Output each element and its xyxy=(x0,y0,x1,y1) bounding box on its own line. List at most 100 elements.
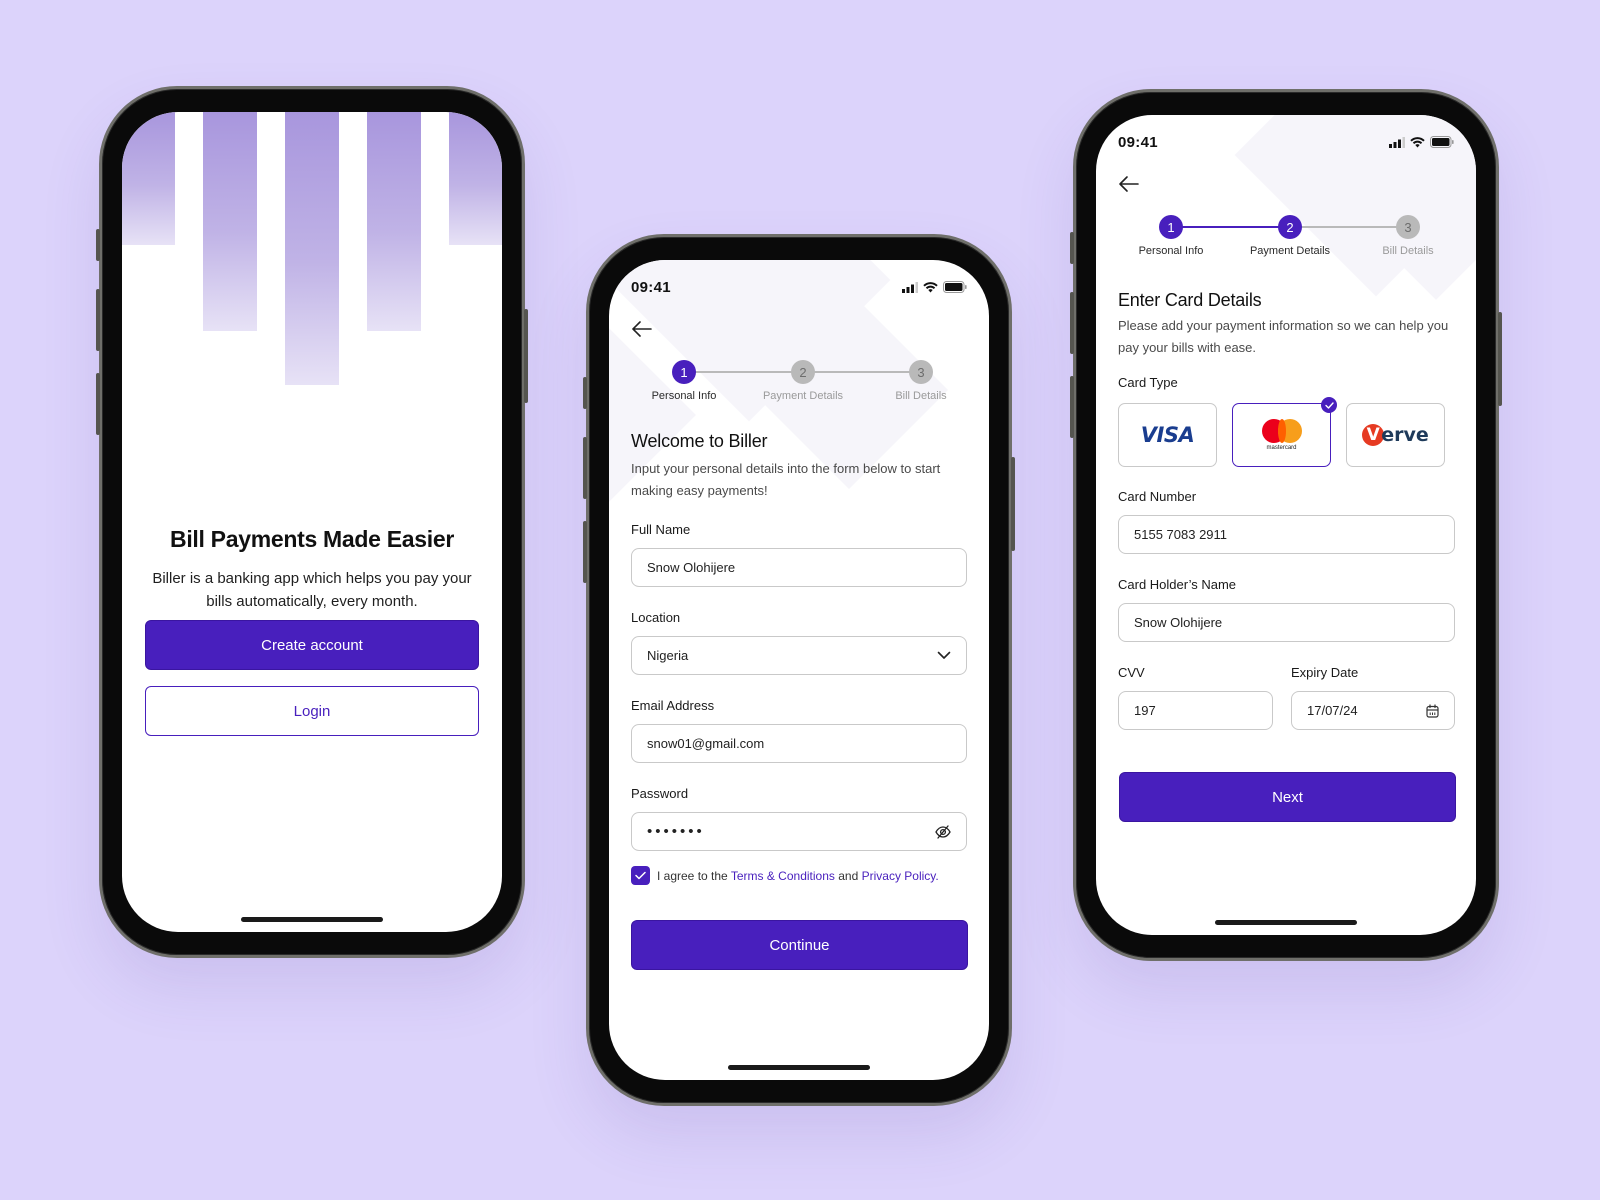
password-value: ••••••• xyxy=(647,823,705,840)
step-label: Payment Details xyxy=(762,390,844,402)
cvv-label: CVV xyxy=(1118,665,1145,680)
create-account-button[interactable]: Create account xyxy=(145,620,479,670)
full-name-label: Full Name xyxy=(631,522,691,537)
signal-icon xyxy=(902,281,918,293)
login-button[interactable]: Login xyxy=(145,686,479,736)
status-bar: 09:41 xyxy=(1118,132,1454,152)
page-title: Welcome to Biller xyxy=(631,431,768,451)
progress-stepper: 1 Personal Info 2 Payment Details 3 Bill… xyxy=(629,360,969,410)
decor-bar xyxy=(367,112,421,331)
status-bar: 09:41 xyxy=(631,277,967,297)
onboarding-description: Biller is a banking app which helps you … xyxy=(152,570,472,610)
payment-details-screen: 09:41 1 Personal Info 2 Payment Details … xyxy=(1096,115,1476,935)
decor-bar xyxy=(122,112,175,245)
card-number-value: 5155 7083 2911 xyxy=(1134,527,1228,542)
cvv-value: 197 xyxy=(1134,703,1156,718)
step-personal-info[interactable]: 1 Personal Info xyxy=(1116,215,1226,257)
agree-checkbox[interactable] xyxy=(631,866,650,885)
home-indicator[interactable] xyxy=(1215,920,1357,925)
step-bill-details[interactable]: 3 Bill Details xyxy=(1353,215,1463,257)
onboarding-screen: Bill Payments Made Easier Biller is a ba… xyxy=(122,112,502,932)
visa-logo: VISA xyxy=(1140,423,1195,447)
battery-icon xyxy=(943,281,967,293)
onboarding-title: Bill Payments Made Easier xyxy=(170,526,454,552)
phone-onboarding: Bill Payments Made Easier Biller is a ba… xyxy=(96,86,528,958)
privacy-link[interactable]: Privacy Policy. xyxy=(862,869,939,883)
email-label: Email Address xyxy=(631,698,715,713)
password-label: Password xyxy=(631,786,689,801)
status-time: 09:41 xyxy=(1118,133,1158,151)
battery-icon xyxy=(1430,136,1454,148)
step-label: Bill Details xyxy=(1382,245,1434,257)
expiry-input[interactable]: 17/07/24 xyxy=(1291,691,1455,730)
email-value: snow01@gmail.com xyxy=(647,736,765,751)
mastercard-logo: mastercard xyxy=(1261,419,1302,451)
step-number: 3 xyxy=(1396,215,1420,239)
cvv-input[interactable]: 197 xyxy=(1118,691,1273,730)
card-holder-value: Snow Olohijere xyxy=(1134,615,1223,630)
decor-bar xyxy=(449,112,502,245)
step-number: 2 xyxy=(791,360,815,384)
step-number: 1 xyxy=(672,360,696,384)
step-payment-details[interactable]: 2 Payment Details xyxy=(748,360,858,402)
card-option-mastercard[interactable]: mastercard xyxy=(1232,397,1337,467)
verve-text: erve xyxy=(1381,424,1429,446)
card-type-label: Card Type xyxy=(1118,375,1178,390)
email-input[interactable]: snow01@gmail.com xyxy=(631,724,967,763)
step-payment-details[interactable]: 2 Payment Details xyxy=(1235,215,1345,257)
status-time: 09:41 xyxy=(631,278,671,296)
step-number: 3 xyxy=(909,360,933,384)
step-label: Personal Info xyxy=(651,390,717,402)
location-value: Nigeria xyxy=(647,648,689,663)
back-arrow-icon[interactable] xyxy=(631,320,653,338)
verve-logo: V erve xyxy=(1362,424,1429,446)
home-indicator[interactable] xyxy=(728,1065,870,1070)
card-number-input[interactable]: 5155 7083 2911 xyxy=(1118,515,1455,554)
mastercard-text: mastercard xyxy=(1266,445,1297,451)
full-name-value: Snow Olohijere xyxy=(647,560,736,575)
phone-payment-details: 09:41 1 Personal Info 2 Payment Details … xyxy=(1070,89,1502,961)
step-personal-info[interactable]: 1 Personal Info xyxy=(629,360,739,402)
page-title: Enter Card Details xyxy=(1118,290,1262,310)
step-number: 1 xyxy=(1159,215,1183,239)
chevron-down-icon xyxy=(937,651,951,659)
back-arrow-icon[interactable] xyxy=(1118,175,1140,193)
terms-link[interactable]: Terms & Conditions xyxy=(731,869,835,883)
checkmark-icon xyxy=(1324,401,1334,409)
wifi-icon xyxy=(923,281,938,292)
location-label: Location xyxy=(631,610,681,625)
checkmark-icon xyxy=(635,871,646,880)
expiry-label: Expiry Date xyxy=(1291,665,1359,680)
home-indicator[interactable] xyxy=(241,917,383,922)
card-number-label: Card Number xyxy=(1118,489,1197,504)
step-label: Personal Info xyxy=(1138,245,1204,257)
password-input[interactable]: ••••••• xyxy=(631,812,967,851)
eye-off-icon[interactable] xyxy=(935,824,951,839)
calendar-icon[interactable] xyxy=(1426,703,1439,718)
next-button[interactable]: Next xyxy=(1119,772,1456,822)
agree-and: and xyxy=(838,868,859,883)
decor-bar xyxy=(285,112,339,385)
decor-bar xyxy=(203,112,257,331)
expiry-value: 17/07/24 xyxy=(1307,703,1358,718)
card-option-verve[interactable]: V erve xyxy=(1346,403,1445,467)
card-option-visa[interactable]: VISA xyxy=(1118,403,1217,467)
agree-prefix: I agree to the xyxy=(657,868,728,883)
page-subtitle: Please add your payment information so w… xyxy=(1118,318,1449,355)
card-holder-input[interactable]: Snow Olohijere xyxy=(1118,603,1455,642)
card-holder-label: Card Holder’s Name xyxy=(1118,577,1237,592)
page-subtitle: Input your personal details into the for… xyxy=(631,461,941,498)
step-bill-details[interactable]: 3 Bill Details xyxy=(866,360,976,402)
step-number: 2 xyxy=(1278,215,1302,239)
progress-stepper: 1 Personal Info 2 Payment Details 3 Bill… xyxy=(1116,215,1456,265)
phone-personal-info: 09:41 1 Personal Info 2 Payment Details … xyxy=(583,234,1015,1106)
full-name-input[interactable]: Snow Olohijere xyxy=(631,548,967,587)
selected-check-badge xyxy=(1321,397,1337,413)
wifi-icon xyxy=(1410,136,1425,147)
step-label: Bill Details xyxy=(895,390,947,402)
location-select[interactable]: Nigeria xyxy=(631,636,967,675)
step-label: Payment Details xyxy=(1249,245,1331,257)
continue-button[interactable]: Continue xyxy=(631,920,968,970)
personal-info-screen: 09:41 1 Personal Info 2 Payment Details … xyxy=(609,260,989,1080)
terms-agreement: I agree to the Terms & Conditions and Pr… xyxy=(631,866,939,885)
